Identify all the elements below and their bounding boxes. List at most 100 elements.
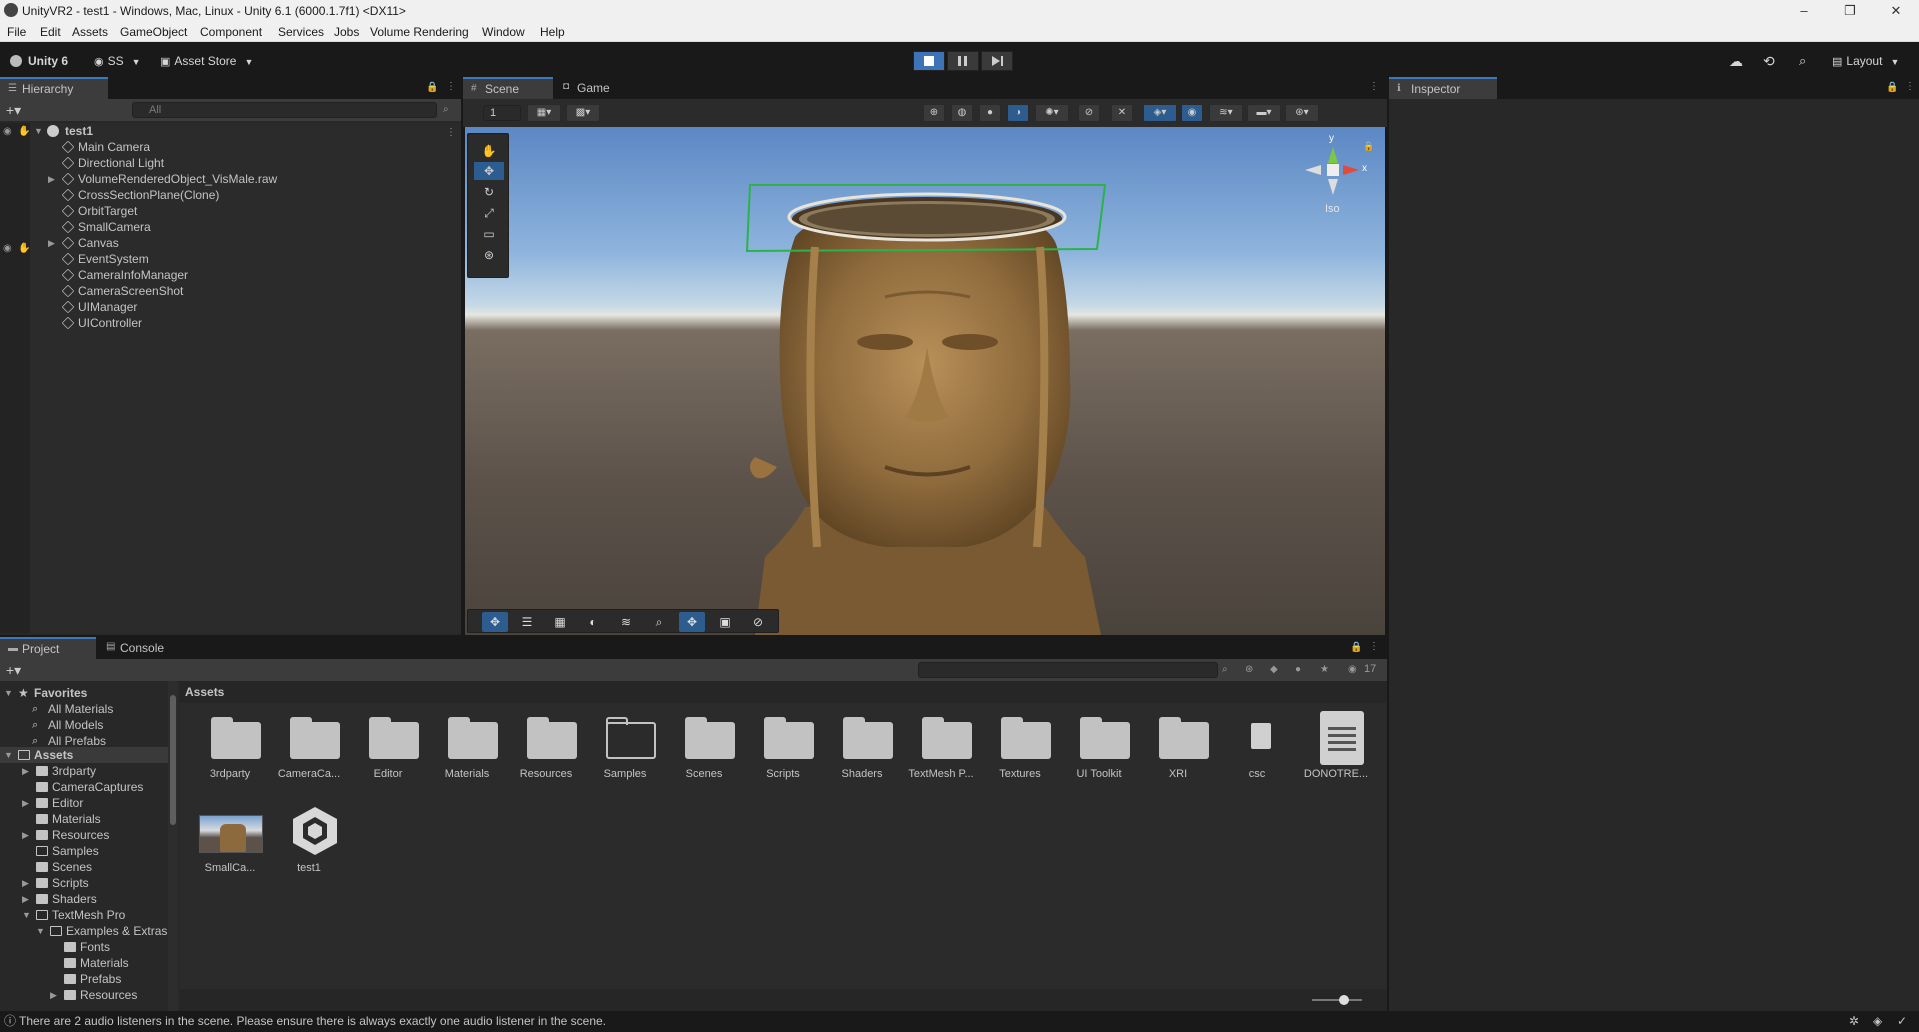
asset-item[interactable]: CameraCa...	[271, 707, 347, 789]
hierarchy-item[interactable]: EventSystem	[0, 251, 460, 267]
gizmos-dropdown[interactable]: ⊛▾	[1285, 104, 1319, 122]
gizmo-lock-icon[interactable]: 🔒	[1363, 141, 1374, 152]
hierarchy-item[interactable]: SmallCamera	[0, 219, 460, 235]
hand-tool-icon[interactable]: ✋	[474, 142, 504, 160]
hierarchy-item[interactable]: CameraInfoManager	[0, 267, 460, 283]
visibility-eye-icon[interactable]: ◉	[3, 243, 12, 254]
move-view-icon[interactable]: ✥	[482, 612, 508, 632]
unlit-sphere-icon[interactable]: ◑	[1007, 104, 1029, 122]
rect-tool-icon[interactable]: ▭	[474, 225, 504, 243]
tab-inspector[interactable]: ℹ Inspector	[1389, 77, 1497, 99]
zoom-slider-track[interactable]	[1312, 999, 1362, 1001]
hierarchy-item[interactable]: ▶ Canvas	[0, 235, 460, 251]
transform-tool-icon[interactable]: ⊛	[474, 246, 504, 264]
hierarchy-item[interactable]: CameraScreenShot	[0, 283, 460, 299]
hidden-eye-icon[interactable]: ◉	[1348, 664, 1357, 675]
more-icon[interactable]: ⋮	[446, 81, 456, 92]
shaded-sphere-icon[interactable]: ●	[979, 104, 1001, 122]
grid-snap-dropdown[interactable]: ▦▾	[527, 104, 561, 122]
more-icon[interactable]: ⋮	[1369, 81, 1379, 92]
tab-hierarchy[interactable]: ☰ Hierarchy	[0, 77, 108, 99]
asset-item[interactable]: test1	[271, 801, 347, 883]
tree-scrollbar-thumb[interactable]	[170, 695, 176, 825]
search-icon[interactable]: ⌕	[1799, 51, 1806, 71]
more-icon[interactable]: ⋮	[1905, 81, 1915, 92]
lighting-dropdown[interactable]: ✺▾	[1035, 104, 1069, 122]
tab-project[interactable]: ▬ Project	[0, 637, 96, 659]
folder-tree-item[interactable]: ▶ Resources	[0, 987, 168, 1003]
folder-tree-item[interactable]: Prefabs	[0, 971, 168, 987]
folder-tree-item[interactable]: Materials	[0, 955, 168, 971]
asset-item[interactable]: Shaders	[824, 707, 900, 789]
filter-type-icon[interactable]: ⊛	[1245, 664, 1253, 675]
history-icon[interactable]: ⟲	[1763, 51, 1775, 71]
asset-item[interactable]: Materials	[429, 707, 505, 789]
menu-volume-rendering[interactable]: Volume Rendering	[370, 25, 469, 39]
unity-account-button[interactable]: Unity 6	[10, 51, 68, 71]
expand-arrow-icon[interactable]: ▶	[22, 763, 29, 779]
menu-assets[interactable]: Assets	[72, 25, 108, 39]
orientation-gizmo[interactable]: y x 🔒 Iso	[1295, 133, 1375, 225]
favorites-row[interactable]: ▼ ★ Favorites	[0, 685, 168, 701]
breadcrumb[interactable]: Assets	[185, 685, 224, 699]
layout-dropdown[interactable]: ▤ Layout ▼	[1832, 51, 1899, 71]
asset-item[interactable]: Textures	[982, 707, 1058, 789]
tab-console[interactable]: ▤ Console	[98, 637, 178, 659]
asset-item[interactable]: SmallCa...	[192, 801, 268, 883]
network-icon[interactable]: ◈	[1873, 1011, 1882, 1032]
menu-component[interactable]: Component	[200, 25, 262, 39]
asset-item[interactable]: DONOTRE...	[1298, 707, 1374, 789]
expand-arrow-icon[interactable]: ▶	[48, 171, 55, 187]
folder-tree-item[interactable]: Fonts	[0, 939, 168, 955]
folder-tree-item[interactable]: ▼ Examples & Extras	[0, 923, 168, 939]
lock-icon[interactable]: 🔒	[1350, 642, 1362, 653]
expand-arrow-icon[interactable]: ▶	[50, 987, 57, 1003]
menu-jobs[interactable]: Jobs	[334, 25, 359, 39]
asset-item[interactable]: csc	[1219, 707, 1295, 789]
project-search-input[interactable]	[918, 662, 1218, 678]
collapse-arrow-icon[interactable]: ▼	[36, 923, 45, 939]
folder-tree-item[interactable]: Materials	[0, 811, 168, 827]
folder-tree-item[interactable]: ▶ Resources	[0, 827, 168, 843]
folder-tree-item[interactable]: CameraCaptures	[0, 779, 168, 795]
camera-overlay-icon[interactable]: ▣	[712, 612, 738, 632]
check-icon[interactable]: ✓	[1897, 1011, 1907, 1032]
step-button[interactable]	[981, 51, 1013, 71]
layers-overlay-icon[interactable]: ≋	[613, 612, 639, 632]
stop-button[interactable]	[913, 51, 945, 71]
grid-visibility-dropdown[interactable]: ▩▾	[566, 104, 600, 122]
menu-services[interactable]: Services	[278, 25, 324, 39]
zoom-slider-thumb[interactable]	[1339, 995, 1349, 1005]
search-options-icon[interactable]: ⌕	[443, 104, 449, 115]
expand-arrow-icon[interactable]: ▶	[22, 875, 29, 891]
zoom-overlay-icon[interactable]: ⌕	[646, 612, 672, 632]
asset-item[interactable]: 3rdparty	[192, 707, 268, 789]
hierarchy-item[interactable]: UIManager	[0, 299, 460, 315]
grid-overlay-icon[interactable]: ▦	[547, 612, 573, 632]
scene-row[interactable]: ▼ test1 ⋮	[0, 123, 460, 139]
audio-mute-icon[interactable]: ⊘	[1078, 104, 1100, 122]
search-by-type-icon[interactable]: ⌕	[1222, 664, 1228, 675]
scale-tool-icon[interactable]: ⤢	[474, 204, 504, 222]
filter-label-icon[interactable]: ◆	[1270, 664, 1278, 675]
move-tool-icon[interactable]: ✥	[474, 162, 504, 180]
expand-arrow-icon[interactable]: ▶	[22, 891, 29, 907]
tab-game[interactable]: ◘ Game	[555, 77, 625, 99]
expand-arrow-icon[interactable]: ▶	[48, 235, 55, 251]
pause-button[interactable]	[947, 51, 979, 71]
asset-item[interactable]: Editor	[350, 707, 426, 789]
effects-dropdown[interactable]: ◈▾	[1143, 104, 1177, 122]
expand-arrow-icon[interactable]: ▶	[22, 795, 29, 811]
pivot-overlay-icon[interactable]: ✥	[679, 612, 705, 632]
hierarchy-search-input[interactable]: All	[132, 102, 437, 118]
favorite-item[interactable]: ⌕ All Materials	[0, 701, 168, 717]
menu-file[interactable]: File	[7, 25, 26, 39]
asset-item[interactable]: Samples	[587, 707, 663, 789]
folder-tree-item[interactable]: Samples	[0, 843, 168, 859]
collapse-arrow-icon[interactable]: ▼	[4, 747, 13, 763]
minimize-button[interactable]: –	[1781, 0, 1827, 22]
tab-scene[interactable]: # Scene	[463, 77, 553, 99]
shaded-wireframe-icon[interactable]: ◍	[951, 104, 973, 122]
folder-tree-item[interactable]: ▶ Scripts	[0, 875, 168, 891]
menu-window[interactable]: Window	[482, 25, 525, 39]
